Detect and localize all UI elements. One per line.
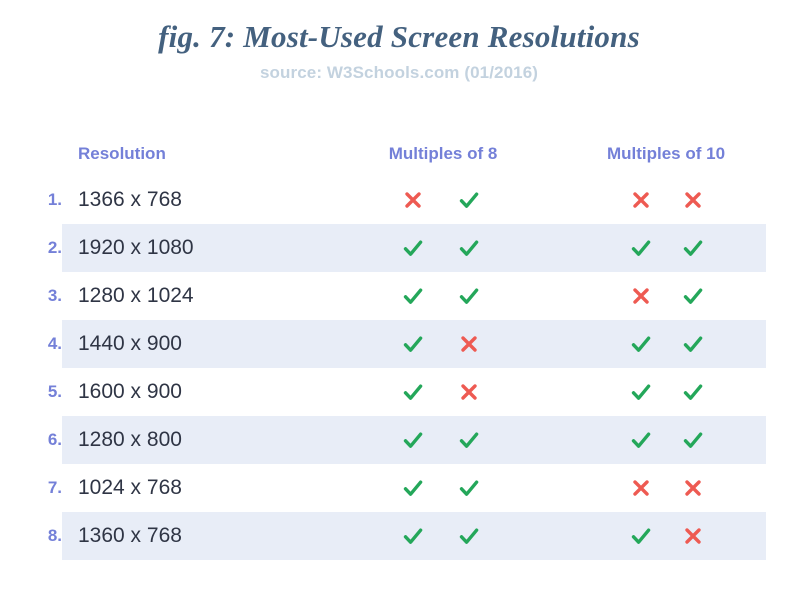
multiples-of-8-height-mark xyxy=(452,176,486,224)
check-icon xyxy=(681,332,705,356)
check-icon xyxy=(681,428,705,452)
column-header-multiples-of-8: Multiples of 8 xyxy=(388,144,498,163)
cross-icon xyxy=(629,284,653,308)
multiples-of-8-height-mark xyxy=(452,224,486,272)
table-row: 2. 1920 x 1080 xyxy=(0,224,798,272)
row-index: 6. xyxy=(47,430,62,449)
multiples-of-10-width-mark xyxy=(624,272,658,320)
table-header-row: Resolution Multiples of 8 Multiples of 1… xyxy=(0,132,798,176)
table-row: 5. 1600 x 900 xyxy=(0,368,798,416)
column-header-multiples-of-10: Multiples of 10 xyxy=(606,144,726,163)
row-index: 7. xyxy=(47,478,62,497)
row-index: 8. xyxy=(47,526,62,545)
resolution-value: 1280 x 1024 xyxy=(78,284,194,307)
row-index: 1. xyxy=(47,190,62,209)
column-header-resolution: Resolution xyxy=(78,144,166,163)
multiples-of-8-height-mark xyxy=(452,368,486,416)
check-icon xyxy=(681,284,705,308)
multiples-of-8-height-mark xyxy=(452,272,486,320)
check-icon xyxy=(401,236,425,260)
cross-icon xyxy=(629,188,653,212)
row-index: 2. xyxy=(47,238,62,257)
multiples-of-8-width-mark xyxy=(396,272,430,320)
multiples-of-10-height-mark xyxy=(676,320,710,368)
multiples-of-8-width-mark xyxy=(396,416,430,464)
multiples-of-8-width-mark xyxy=(396,224,430,272)
cross-icon xyxy=(457,380,481,404)
multiples-of-10-width-mark xyxy=(624,512,658,560)
multiples-of-10-height-mark xyxy=(676,368,710,416)
row-index: 3. xyxy=(47,286,62,305)
row-index: 4. xyxy=(47,334,62,353)
multiples-of-10-width-mark xyxy=(624,368,658,416)
multiples-of-10-width-mark xyxy=(624,464,658,512)
multiples-of-8-width-mark xyxy=(396,368,430,416)
check-icon xyxy=(681,236,705,260)
check-icon xyxy=(401,284,425,308)
figure-page: { "header": { "title": "fig. 7: Most-Use… xyxy=(0,0,798,597)
cross-icon xyxy=(401,188,425,212)
check-icon xyxy=(629,380,653,404)
resolution-value: 1366 x 768 xyxy=(78,188,182,211)
multiples-of-8-width-mark xyxy=(396,464,430,512)
multiples-of-10-height-mark xyxy=(676,416,710,464)
table-row: 1. 1366 x 768 xyxy=(0,176,798,224)
multiples-of-8-height-mark xyxy=(452,416,486,464)
multiples-of-8-height-mark xyxy=(452,320,486,368)
resolution-value: 1600 x 900 xyxy=(78,380,182,403)
row-index: 5. xyxy=(47,382,62,401)
table-row: 7. 1024 x 768 xyxy=(0,464,798,512)
multiples-of-8-width-mark xyxy=(396,176,430,224)
check-icon xyxy=(401,380,425,404)
page-title: fig. 7: Most-Used Screen Resolutions xyxy=(158,19,640,54)
table-row: 8. 1360 x 768 xyxy=(0,512,798,560)
check-icon xyxy=(681,380,705,404)
figure-header: fig. 7: Most-Used Screen Resolutions sou… xyxy=(0,0,798,83)
check-icon xyxy=(457,428,481,452)
check-icon xyxy=(629,236,653,260)
cross-icon xyxy=(457,332,481,356)
check-icon xyxy=(629,524,653,548)
resolution-value: 1024 x 768 xyxy=(78,476,182,499)
check-icon xyxy=(401,428,425,452)
multiples-of-10-height-mark xyxy=(676,224,710,272)
cross-icon xyxy=(681,476,705,500)
table-row: 3. 1280 x 1024 xyxy=(0,272,798,320)
multiples-of-10-height-mark xyxy=(676,272,710,320)
cross-icon xyxy=(681,188,705,212)
cross-icon xyxy=(629,476,653,500)
multiples-of-8-width-mark xyxy=(396,512,430,560)
table-body: 1. 1366 x 768 2. 1920 x 1080 3. 1280 x 1024 4.… xyxy=(0,176,798,560)
multiples-of-10-width-mark xyxy=(624,416,658,464)
multiples-of-10-width-mark xyxy=(624,176,658,224)
cross-icon xyxy=(681,524,705,548)
check-icon xyxy=(401,476,425,500)
resolution-value: 1360 x 768 xyxy=(78,524,182,547)
resolution-value: 1280 x 800 xyxy=(78,428,182,451)
resolution-value: 1440 x 900 xyxy=(78,332,182,355)
multiples-of-8-height-mark xyxy=(452,464,486,512)
check-icon xyxy=(457,524,481,548)
check-icon xyxy=(629,428,653,452)
multiples-of-8-height-mark xyxy=(452,512,486,560)
check-icon xyxy=(457,236,481,260)
table-row: 6. 1280 x 800 xyxy=(0,416,798,464)
multiples-of-10-width-mark xyxy=(624,320,658,368)
resolution-value: 1920 x 1080 xyxy=(78,236,194,259)
multiples-of-10-height-mark xyxy=(676,512,710,560)
check-icon xyxy=(457,476,481,500)
check-icon xyxy=(457,284,481,308)
multiples-of-10-height-mark xyxy=(676,176,710,224)
check-icon xyxy=(457,188,481,212)
multiples-of-8-width-mark xyxy=(396,320,430,368)
multiples-of-10-height-mark xyxy=(676,464,710,512)
table-row: 4. 1440 x 900 xyxy=(0,320,798,368)
check-icon xyxy=(401,524,425,548)
multiples-of-10-width-mark xyxy=(624,224,658,272)
page-subtitle: source: W3Schools.com (01/2016) xyxy=(259,62,539,82)
resolutions-table: Resolution Multiples of 8 Multiples of 1… xyxy=(0,132,798,560)
check-icon xyxy=(401,332,425,356)
check-icon xyxy=(629,332,653,356)
